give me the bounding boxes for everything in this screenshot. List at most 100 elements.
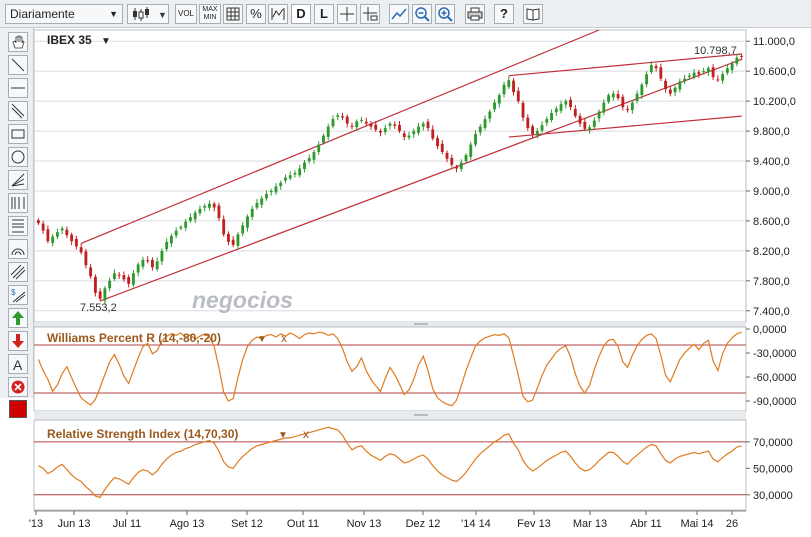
candle-body — [179, 226, 183, 229]
candle-body — [602, 102, 606, 113]
time-tick-label: Set 12 — [231, 518, 263, 530]
candle-body — [141, 259, 145, 267]
candle-body — [165, 241, 169, 250]
candle-body — [459, 162, 463, 169]
candle-body — [122, 275, 126, 280]
candle-body — [374, 124, 378, 130]
rsi-title[interactable]: Relative Strength Index (14,70,30) — [47, 427, 238, 441]
candle-body — [274, 186, 278, 193]
candle-body — [36, 220, 40, 224]
candle-body — [716, 79, 720, 81]
candle-body — [578, 116, 582, 124]
time-tick-label: Jun 13 — [57, 518, 90, 530]
candle-body — [350, 125, 354, 127]
candle-body — [89, 267, 93, 277]
price-panel: negocios IBEX 35 ▼ 10.798,7 7.553,2 11.0… — [33, 29, 796, 323]
time-tick-label: Nov 13 — [347, 518, 382, 530]
candle-body — [65, 229, 69, 236]
panel-splitter[interactable] — [34, 411, 746, 420]
candle-body — [493, 102, 496, 110]
candle-body — [702, 71, 706, 73]
candle-body — [526, 117, 530, 129]
indicator-tick-label: 50,0000 — [753, 463, 793, 475]
candle-body — [626, 108, 630, 111]
time-tick-label: Fev 13 — [517, 518, 551, 530]
indicator-tick-label: 30,0000 — [753, 490, 793, 502]
candle-body — [117, 274, 121, 276]
candle-body — [431, 129, 435, 139]
candle-body — [169, 235, 173, 244]
panel-splitter[interactable] — [34, 322, 746, 327]
candle-body — [450, 157, 454, 165]
candle-body — [383, 128, 387, 133]
candle-body — [322, 135, 325, 143]
candle-body — [611, 93, 615, 98]
candle-body — [41, 223, 45, 231]
candle-body — [483, 119, 487, 128]
candle-body — [440, 143, 444, 153]
candle-body — [550, 113, 553, 120]
instrument-title[interactable]: IBEX 35 — [47, 33, 92, 47]
candle-body — [421, 123, 425, 127]
rsi-title-arrow[interactable]: ▼ — [278, 430, 288, 441]
candle-body — [355, 121, 359, 128]
candle-body — [246, 216, 249, 228]
rsi-close-icon[interactable]: x — [303, 427, 309, 441]
candle-body — [692, 72, 696, 78]
candle-body — [412, 131, 416, 135]
candle-body — [445, 152, 449, 159]
candle-body — [583, 121, 587, 129]
candle-body — [488, 111, 492, 119]
candle-body — [184, 221, 188, 228]
candle-body — [51, 236, 55, 243]
candle-body — [79, 247, 83, 253]
candle-body — [516, 90, 520, 102]
candle-body — [341, 116, 344, 118]
price-y-axis: 11.000,0 10.600,0 10.200,0 9.800,0 9.400,0 9.… — [746, 36, 796, 318]
candle-body — [706, 68, 710, 73]
indicator-tick-label: -60,0000 — [753, 372, 796, 384]
williams-title[interactable]: Williams Percent R (14,-80,-20) — [47, 331, 221, 345]
watermark: negocios — [192, 287, 293, 313]
candle-body — [174, 230, 178, 236]
candle-body — [241, 225, 245, 234]
candle-body — [203, 205, 207, 208]
candle-body — [687, 75, 691, 77]
candle-body — [198, 208, 202, 214]
candle-body — [212, 203, 216, 208]
instrument-title-arrow[interactable]: ▼ — [101, 36, 111, 47]
candle-body — [279, 182, 283, 187]
indicator-tick-label: -90,0000 — [753, 396, 796, 408]
time-tick-label: '14 14 — [461, 518, 491, 530]
chart-area: negocios IBEX 35 ▼ 10.798,7 7.553,2 11.0… — [29, 29, 796, 530]
candle-body — [673, 87, 677, 93]
candle-body — [426, 121, 430, 129]
williams-y-axis: 0,0000 -30,0000 -60,0000 -90,0000 — [746, 324, 796, 408]
candle-body — [407, 135, 411, 138]
williams-close-icon[interactable]: x — [281, 331, 287, 345]
candle-body — [721, 74, 725, 81]
williams-panel: Williams Percent R (14,-80,-20) ▼ x 0,00… — [33, 324, 796, 412]
candle-body — [160, 250, 164, 262]
candle-body — [545, 119, 549, 123]
candle-body — [683, 78, 687, 82]
price-tick-label: 10.600,0 — [753, 66, 796, 78]
williams-title-arrow[interactable]: ▼ — [257, 334, 267, 345]
price-tick-label: 8.600,0 — [753, 216, 790, 228]
candle-body — [231, 239, 235, 245]
candle-body — [664, 80, 668, 90]
price-tick-label: 9.000,0 — [753, 186, 790, 198]
candle-body — [284, 177, 287, 181]
candle-body — [70, 234, 74, 242]
indicator-tick-label: 0,0000 — [753, 324, 787, 336]
time-tick-label: Dez 12 — [406, 518, 441, 530]
candle-body — [293, 173, 297, 175]
candle-body — [60, 228, 64, 231]
candle-body — [112, 273, 116, 280]
candle-body — [573, 108, 577, 117]
candle-body — [569, 99, 572, 108]
time-tick-label: Mai 14 — [680, 518, 713, 530]
candle-body — [331, 119, 335, 127]
candle-body — [155, 261, 159, 270]
price-plot-frame — [33, 29, 747, 323]
